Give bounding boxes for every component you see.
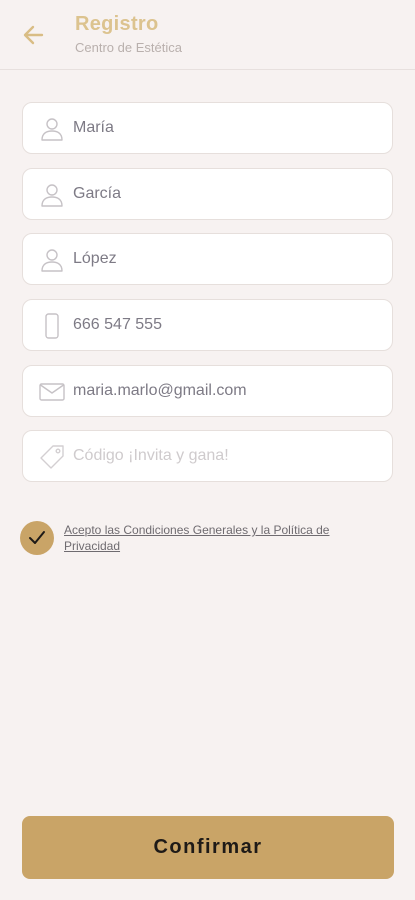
promo-code-field[interactable] [22,430,393,482]
last-name-2-input[interactable] [73,234,373,284]
tag-icon [40,445,64,469]
checkmark-icon [29,531,45,544]
back-button[interactable] [18,22,48,48]
phone-input[interactable] [73,300,373,350]
phone-field[interactable] [22,299,393,351]
page-title: Registro [75,13,159,35]
email-input[interactable] [73,366,373,416]
confirm-button[interactable]: Confirmar [22,816,394,879]
email-field[interactable] [22,365,393,417]
person-icon [41,184,63,207]
terms-link[interactable]: Acepto las Condiciones Generales y la Po… [64,522,384,554]
phone-icon [45,313,59,339]
last-name-1-input[interactable] [73,169,373,219]
first-name-field[interactable] [22,102,393,154]
person-icon [41,249,63,272]
last-name-2-field[interactable] [22,233,393,285]
promo-code-input[interactable] [73,431,373,481]
page-subtitle: Centro de Estética [75,40,182,55]
first-name-input[interactable] [73,103,373,153]
arrow-left-icon [23,25,44,45]
terms-checkbox[interactable] [20,521,54,555]
header: Registro Centro de Estética [0,0,415,70]
mail-icon [39,383,65,401]
person-icon [41,118,63,141]
last-name-1-field[interactable] [22,168,393,220]
